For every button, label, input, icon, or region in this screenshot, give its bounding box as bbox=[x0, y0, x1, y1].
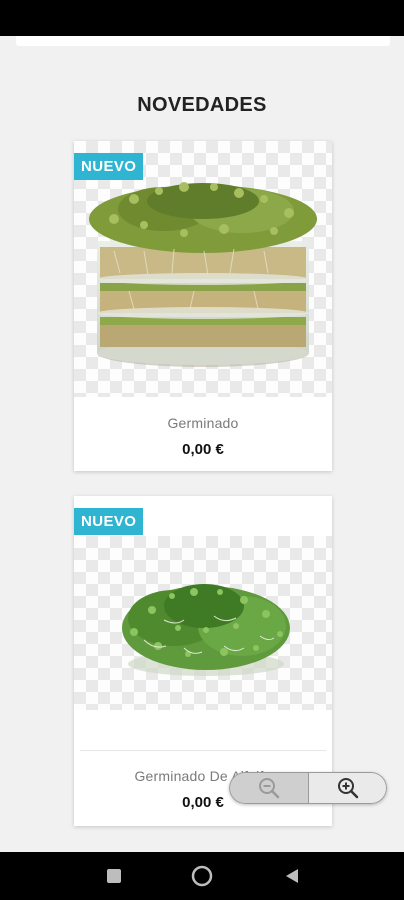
zoom-control bbox=[229, 772, 387, 804]
header-bar-bottom bbox=[16, 36, 390, 46]
app-screen: NOVEDADES NUEVO Germinado 0,00 € NUEVO G… bbox=[0, 0, 404, 900]
square-recents-icon bbox=[107, 869, 121, 883]
zoom-out-icon bbox=[259, 778, 280, 799]
page-content[interactable]: NOVEDADES NUEVO Germinado 0,00 € NUEVO G… bbox=[0, 36, 404, 852]
home-button[interactable] bbox=[190, 864, 214, 888]
product-price: 0,00 € bbox=[182, 441, 224, 458]
navigation-bar bbox=[0, 852, 404, 900]
zoom-in-button[interactable] bbox=[308, 772, 387, 804]
circle-home-icon bbox=[191, 865, 213, 887]
new-badge: NUEVO bbox=[74, 508, 144, 535]
product-name[interactable]: Germinado bbox=[74, 415, 332, 431]
back-button[interactable] bbox=[280, 864, 304, 888]
zoom-in-icon bbox=[337, 778, 358, 799]
alfalfa-sprouts-image bbox=[122, 584, 290, 676]
product-image[interactable] bbox=[74, 536, 332, 710]
zoom-out-button[interactable] bbox=[229, 772, 308, 804]
card-divider bbox=[80, 750, 326, 751]
status-bar bbox=[0, 0, 404, 36]
section-title: NOVEDADES bbox=[137, 94, 267, 116]
product-card[interactable]: NUEVO Germinado 0,00 € bbox=[74, 141, 332, 471]
new-badge: NUEVO bbox=[74, 153, 144, 180]
triangle-back-icon bbox=[286, 869, 298, 883]
recents-button[interactable] bbox=[102, 864, 126, 888]
